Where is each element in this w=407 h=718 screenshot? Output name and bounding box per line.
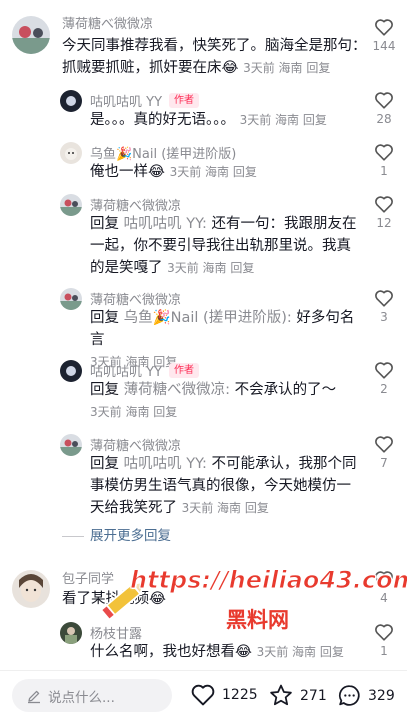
like-button[interactable]: 1 (369, 143, 399, 178)
comment-author[interactable]: 咕叽咕叽 YY 作者 (90, 361, 200, 380)
heart-icon (375, 624, 393, 641)
like-count: 144 (372, 39, 396, 53)
avatar[interactable] (60, 142, 82, 164)
avatar[interactable] (60, 90, 82, 112)
avatar[interactable] (60, 288, 82, 310)
comment-meta[interactable]: 3天前 海南 回复 (170, 165, 257, 179)
comment-author[interactable]: 包子同学 (62, 568, 114, 587)
comment-author[interactable]: 薄荷糖べ微微凉 (90, 435, 181, 454)
favorite-stat[interactable]: 271 (268, 683, 327, 708)
heart-icon (191, 684, 215, 706)
watermark-name: 黑料网 (226, 608, 289, 632)
comment-author[interactable]: 薄荷糖べ微微凉 (90, 289, 181, 308)
watermark-url: https://heiliao43.com (130, 566, 407, 595)
favorite-total: 271 (300, 687, 327, 704)
author-badge: 作者 (169, 363, 200, 378)
avatar[interactable] (60, 194, 82, 216)
divider (62, 535, 84, 537)
like-count: 12 (376, 216, 392, 230)
avatar[interactable] (60, 360, 82, 382)
like-button[interactable]: 7 (369, 435, 399, 470)
like-count: 28 (376, 112, 392, 126)
comment-meta[interactable]: 3天前 海南 回复 (257, 645, 344, 659)
heart-icon (375, 19, 393, 36)
like-button[interactable]: 2 (369, 361, 399, 396)
comment-author[interactable]: 薄荷糖べ微微凉 (90, 195, 181, 214)
comment-author[interactable]: 乌鱼🎉Nail (搓甲进阶版) (90, 143, 236, 162)
comment-text: 今天同事推荐我看，快笑死了。脑海全是那句：抓贼要抓赃，抓奸要在床😂 3天前 海南… (62, 38, 367, 76)
avatar[interactable] (12, 16, 50, 54)
heart-icon (375, 290, 393, 307)
like-count: 1 (380, 164, 388, 178)
like-total: 1225 (222, 686, 258, 703)
like-button[interactable]: 1 (369, 623, 399, 658)
comment-text: 回复 咕叽咕叽 YY: 还有一句：我跟朋友在一起，你不要引导我往出轨那里说。我真… (90, 216, 357, 276)
reply-target[interactable]: 咕叽咕叽 YY: (124, 456, 207, 472)
like-button[interactable]: 12 (369, 195, 399, 230)
comment-stat[interactable]: 329 (337, 683, 395, 708)
heart-icon (375, 362, 393, 379)
comment-input-placeholder: 说点什么... (48, 689, 115, 706)
avatar[interactable] (60, 622, 82, 644)
comment-text: 什么名啊，我也好想看😂 3天前 海南 回复 (90, 644, 344, 660)
reply-target[interactable]: 乌鱼🎉Nail (搓甲进阶版): (124, 310, 292, 326)
comment-meta[interactable]: 3天前 海南 回复 (243, 61, 330, 75)
author-badge: 作者 (169, 93, 200, 108)
comment-meta[interactable]: 3天前 海南 回复 (182, 501, 269, 515)
pencil-icon (28, 690, 40, 703)
reply-target[interactable]: 薄荷糖べ微微凉: (124, 382, 230, 398)
comment-meta[interactable]: 3天前 海南 回复 (90, 405, 177, 419)
like-button[interactable]: 28 (369, 91, 399, 126)
like-button[interactable]: 3 (369, 289, 399, 324)
like-count: 7 (380, 456, 388, 470)
comment-meta[interactable]: 3天前 海南 回复 (167, 261, 254, 275)
expand-more-replies[interactable]: 展开更多回复 (62, 524, 171, 544)
heart-icon (375, 196, 393, 213)
laughing-emoji: 😂 (221, 60, 239, 76)
comment-text: 俺也一样😂 3天前 海南 回复 (90, 164, 257, 180)
like-count: 2 (380, 382, 388, 396)
comment-bubble-icon (338, 685, 360, 706)
laughing-emoji: 😂 (148, 164, 165, 180)
heart-icon (375, 436, 393, 453)
comment-author[interactable]: 薄荷糖べ微微凉 (62, 13, 153, 32)
comment-input[interactable]: 说点什么... (12, 679, 172, 712)
star-icon (270, 684, 292, 706)
like-stat[interactable]: 1225 (190, 683, 258, 706)
like-count: 1 (380, 644, 388, 658)
heart-icon (375, 144, 393, 161)
scared-emoji: 😂 (235, 644, 252, 660)
comment-text: 回复 薄荷糖べ微微凉: 不会承认的了～ 3天前 海南 回复 (90, 382, 337, 419)
comment-author[interactable]: 咕叽咕叽 YY 作者 (90, 91, 200, 110)
avatar[interactable] (12, 570, 50, 608)
reply-target[interactable]: 咕叽咕叽 YY: (124, 216, 207, 232)
comment-total: 329 (368, 687, 395, 704)
like-button[interactable]: 144 (369, 18, 399, 53)
heart-icon (375, 92, 393, 109)
avatar[interactable] (60, 434, 82, 456)
like-count: 3 (380, 310, 388, 324)
comment-text: 是。。。真的好无语。。。 3天前 海南 回复 (90, 112, 327, 128)
comment-meta[interactable]: 3天前 海南 回复 (240, 113, 327, 127)
comment-text: 回复 咕叽咕叽 YY: 不可能承认，我那个同事模仿男生语气真的很像，今天她模仿一… (90, 456, 357, 516)
bottom-comment-bar: 说点什么... 1225 271 329 (0, 670, 407, 718)
